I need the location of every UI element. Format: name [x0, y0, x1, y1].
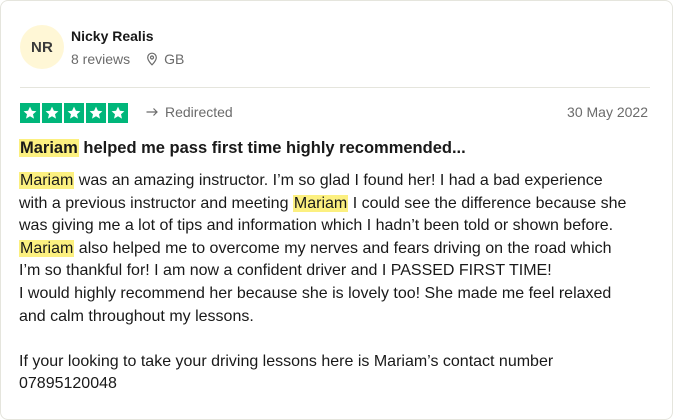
- avatar-initials: NR: [30, 38, 54, 56]
- review-line: If your looking to take your driving les…: [19, 351, 667, 374]
- review-text: was an amazing instructor. I’m so glad I…: [74, 172, 603, 189]
- divider: [20, 87, 650, 88]
- review-line: was giving me a lot of tips and informat…: [19, 215, 667, 238]
- contact-number: 07895120048: [19, 375, 117, 393]
- review-text: with a previous instructor and meeting: [19, 194, 293, 212]
- review-line: Mariam also helped me to overcome my ner…: [19, 238, 667, 261]
- review-text: also helped me to overcome my nerves and…: [74, 239, 612, 257]
- star-icon: [20, 103, 40, 123]
- reviewer-name[interactable]: Nicky Realis: [71, 28, 154, 44]
- reviewer-meta: 8 reviews GB: [71, 51, 184, 67]
- reviewer-country: GB: [164, 51, 185, 67]
- search-highlight: Mariam: [19, 139, 79, 157]
- review-text: was giving me a lot of tips and informat…: [19, 217, 614, 235]
- review-text: and calm throughout my lessons.: [19, 307, 254, 325]
- star-icon: [108, 103, 128, 123]
- review-line: I’m so thankful for! I am now a confiden…: [19, 260, 667, 283]
- review-text: I could see the difference because she: [348, 194, 627, 212]
- review-title-text: helped me pass first time highly recomme…: [78, 139, 466, 157]
- star-icon: [86, 103, 106, 123]
- review-line: 07895120048: [19, 373, 667, 396]
- search-highlight: Mariam: [19, 172, 75, 189]
- search-highlight: Mariam: [19, 239, 75, 257]
- review-text: I would highly recommend her because she…: [19, 284, 612, 302]
- reviews-count: 8 reviews: [71, 51, 131, 67]
- redirect-arrow-icon: [146, 107, 159, 117]
- review-line: Mariam was an amazing instructor. I’m so…: [19, 170, 667, 193]
- review-line: with a previous instructor and meeting M…: [19, 193, 667, 216]
- review-card: NR Nicky Realis 8 reviews GB Redirected …: [0, 0, 673, 420]
- location-pin-icon: [145, 52, 159, 66]
- star-rating: [20, 103, 128, 123]
- review-body: Mariam was an amazing instructor. I’m so…: [19, 170, 667, 396]
- review-date: 30 May 2022: [567, 104, 648, 120]
- search-highlight: Mariam: [292, 194, 349, 212]
- review-line: I would highly recommend her because she…: [19, 283, 667, 306]
- verification-label: Redirected: [165, 104, 233, 120]
- review-line: and calm throughout my lessons.: [19, 306, 667, 329]
- star-icon: [42, 103, 62, 123]
- avatar[interactable]: NR: [20, 25, 64, 69]
- review-text: If your looking to take your driving les…: [19, 352, 554, 370]
- verification-badge[interactable]: Redirected: [146, 104, 233, 120]
- star-icon: [64, 103, 84, 123]
- review-title[interactable]: Mariam helped me pass first time highly …: [19, 139, 466, 158]
- review-text: I’m so thankful for! I am now a confiden…: [19, 262, 552, 280]
